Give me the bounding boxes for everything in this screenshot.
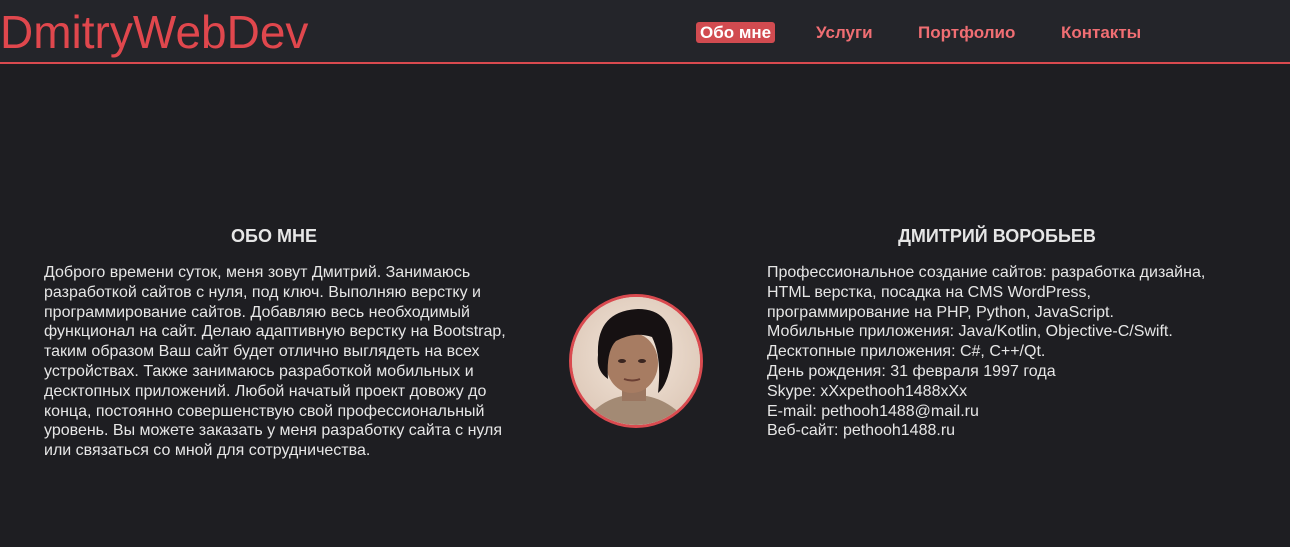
about-text: Доброго времени суток, меня зовут Дмитри… xyxy=(44,264,506,460)
nav-item-portfolio[interactable]: Портфолио xyxy=(918,22,1015,44)
site-header: DmitryWebDev Обо мне Услуги Портфолио Ко… xyxy=(0,0,1290,64)
info-item-mobile: Мобильные приложения: Java/Kotlin, Objec… xyxy=(767,323,1173,341)
info-item-desktop: Десктопные приложения: C#, C++/Qt. xyxy=(767,343,1046,361)
nav-item-about[interactable]: Обо мне xyxy=(696,22,776,43)
profile-title: ДМИТРИЙ ВОРОБЬЕВ xyxy=(898,226,1096,246)
profile-info-list: Профессиональное создание сайтов: разраб… xyxy=(767,263,1237,441)
info-item-skype: Skype: xXxpethooh1488xXx xyxy=(767,382,968,400)
about-title: ОБО МНЕ xyxy=(231,226,317,246)
info-item-web-dev: Профессиональное создание сайтов: разраб… xyxy=(767,264,1206,321)
info-item-birthday: День рождения: 31 февраля 1997 года xyxy=(767,362,1056,380)
avatar xyxy=(569,294,703,428)
nav-item-contacts[interactable]: Контакты xyxy=(1061,22,1141,44)
main-nav: Обо мне Услуги Портфолио Контакты xyxy=(0,22,1290,46)
avatar-photo xyxy=(572,297,700,425)
info-item-website: Веб-сайт: pethooh1488.ru xyxy=(767,422,956,440)
nav-item-services[interactable]: Услуги xyxy=(816,22,873,44)
info-item-email: E-mail: pethooh1488@mail.ru xyxy=(767,402,979,420)
